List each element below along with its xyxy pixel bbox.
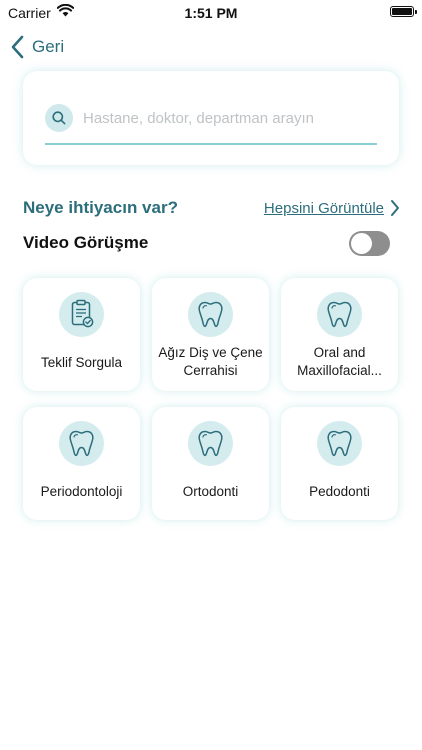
category-label: Ağız Diş ve Çene Cerrahisi: [158, 345, 263, 378]
category-label: Teklif Sorgula: [40, 355, 123, 370]
see-all-link[interactable]: Hepsini Görüntüle: [264, 199, 400, 217]
back-button[interactable]: Geri: [10, 33, 64, 61]
tooth-icon: [317, 292, 362, 337]
video-call-label: Video Görüşme: [23, 233, 149, 252]
toggle-knob: [351, 233, 372, 254]
battery-icon: [390, 6, 417, 17]
clipboard-check-icon: [59, 292, 104, 337]
status-time: 1:51 PM: [184, 5, 238, 21]
search-icon: [45, 104, 73, 132]
tooth-icon: [188, 421, 233, 466]
see-all-label: Hepsini Görüntüle: [263, 199, 384, 217]
chevron-left-icon: [11, 35, 24, 59]
category-card-agiz-dis-cene[interactable]: Ağız Diş ve Çene Cerrahisi: [152, 278, 269, 391]
category-label: Pedodonti: [309, 484, 370, 499]
category-label: Periodontoloji: [40, 484, 123, 499]
section-title: Neye ihtiyacın var?: [23, 198, 178, 217]
category-card-ortodonti[interactable]: Ortodonti: [152, 407, 269, 520]
tooth-icon: [188, 292, 233, 337]
category-card-periodontoloji[interactable]: Periodontoloji: [23, 407, 140, 520]
category-label: Oral and Maxillofacial...: [297, 345, 382, 378]
search-underline: [45, 143, 377, 145]
tooth-icon: [59, 421, 104, 466]
category-card-teklif-sorgula[interactable]: Teklif Sorgula: [23, 278, 140, 391]
back-label: Geri: [32, 37, 65, 56]
status-bar: Carrier 1:51 PM: [0, 0, 422, 26]
category-card-pedodonti[interactable]: Pedodonti: [281, 407, 398, 520]
search-card: [23, 71, 399, 165]
chevron-right-icon: [391, 200, 399, 216]
tooth-icon: [317, 421, 362, 466]
video-call-toggle[interactable]: [349, 231, 390, 256]
category-card-oral-maxillofacial[interactable]: Oral and Maxillofacial...: [281, 278, 398, 391]
category-label: Ortodonti: [182, 484, 239, 499]
search-input[interactable]: [83, 104, 373, 132]
